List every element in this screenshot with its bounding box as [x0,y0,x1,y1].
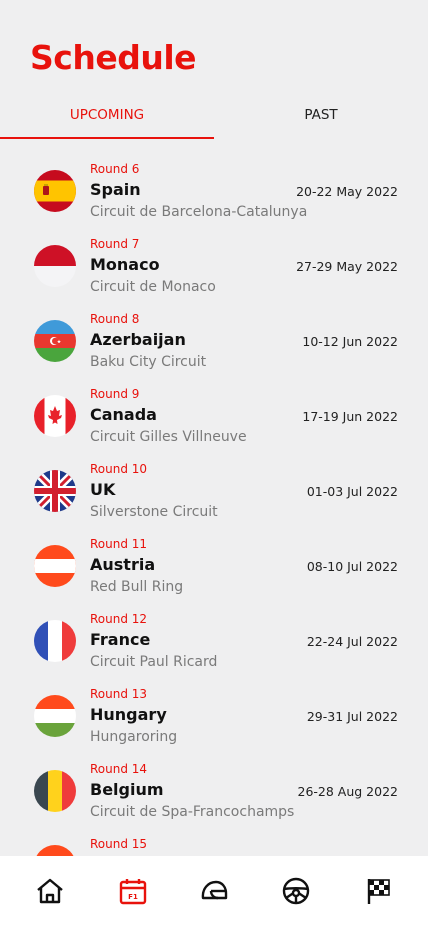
round-label: Round 9 [90,387,140,401]
spain-flag-icon [34,170,76,212]
race-row[interactable]: Round 11 Austria Red Bull Ring 08-10 Jul… [0,531,428,606]
country-name: Austria [90,555,156,574]
page-title: Schedule [30,38,197,77]
race-row[interactable]: Round 10 UK Silverstone Circuit 01-03 Ju… [0,456,428,531]
steering-wheel-icon[interactable] [281,876,311,906]
race-date: 20-22 May 2022 [296,184,398,199]
round-label: Round 6 [90,162,140,176]
uk-flag-icon [34,470,76,512]
schedule-tabs: UPCOMING PAST [0,100,428,140]
race-date: 01-03 Jul 2022 [306,484,398,499]
country-name: France [90,630,151,649]
round-label: Round 10 [90,462,148,476]
monaco-flag-icon [34,245,76,287]
race-row[interactable]: Round 13 Hungary Hungaroring 29-31 Jul 2… [0,681,428,756]
circuit-name: Hungaroring [90,729,178,745]
race-row[interactable]: Round 6 Spain Circuit de Barcelona-Catal… [0,156,428,231]
circuit-name: Circuit de Spa-Francochamps [90,804,295,820]
race-date: 29-31 Jul 2022 [306,709,398,724]
race-date: 10-12 Jun 2022 [302,334,398,349]
round-label: Round 11 [90,537,148,551]
country-name: Canada [90,405,157,424]
round-label: Round 15 [90,837,148,851]
active-tab-indicator [0,137,214,139]
round-label: Round 13 [90,687,148,701]
calendar-icon[interactable]: F1 [118,876,148,906]
svg-text:F1: F1 [128,893,138,901]
france-flag-icon [34,620,76,662]
country-name: Monaco [90,255,160,274]
round-label: Round 14 [90,762,148,776]
circuit-name: Baku City Circuit [90,354,207,370]
home-icon[interactable] [35,876,65,906]
race-date: 08-10 Jul 2022 [306,559,398,574]
round-label: Round 12 [90,612,148,626]
country-name: Belgium [90,780,164,799]
netherlands-flag-icon [34,845,76,856]
tab-upcoming[interactable]: UPCOMING [0,100,214,140]
helmet-icon[interactable] [199,876,229,906]
circuit-name: Circuit de Barcelona-Catalunya [90,204,308,220]
circuit-name: Circuit de Monaco [90,279,216,295]
race-row[interactable]: Round 9 Canada Circuit Gilles Villneuve … [0,381,428,456]
race-row[interactable]: Round 8 Azerbaijan Baku City Circuit 10-… [0,306,428,381]
race-row[interactable]: Round 14 Belgium Circuit de Spa-Francoch… [0,756,428,831]
race-date: 22-24 Jul 2022 [306,634,398,649]
race-row[interactable]: Round 7 Monaco Circuit de Monaco 27-29 M… [0,231,428,306]
country-name: Spain [90,180,141,199]
country-name: Hungary [90,705,167,724]
race-date: 17-19 Jun 2022 [302,409,398,424]
page-header: Schedule [30,38,197,77]
checkered-flag-icon[interactable] [364,876,394,906]
austria-flag-icon [34,545,76,587]
country-name: UK [90,480,116,499]
race-row[interactable]: Round 12 France Circuit Paul Ricard 22-2… [0,606,428,681]
circuit-name: Red Bull Ring [90,579,184,595]
tab-past[interactable]: PAST [214,100,428,140]
canada-flag-icon [34,395,76,437]
circuit-name: Circuit Paul Ricard [90,654,218,670]
race-list[interactable]: Round 6 Spain Circuit de Barcelona-Catal… [0,156,428,856]
circuit-name: Silverstone Circuit [90,504,218,520]
round-label: Round 8 [90,312,140,326]
circuit-name: Circuit Gilles Villneuve [90,429,247,445]
race-date: 27-29 May 2022 [296,259,398,274]
azerbaijan-flag-icon [34,320,76,362]
round-label: Round 7 [90,237,140,251]
hungary-flag-icon [34,695,76,737]
race-date: 26-28 Aug 2022 [297,784,399,799]
belgium-flag-icon [34,770,76,812]
bottom-nav: F1 [0,856,428,926]
race-row[interactable]: Round 15 [0,831,428,856]
country-name: Azerbaijan [90,330,186,349]
